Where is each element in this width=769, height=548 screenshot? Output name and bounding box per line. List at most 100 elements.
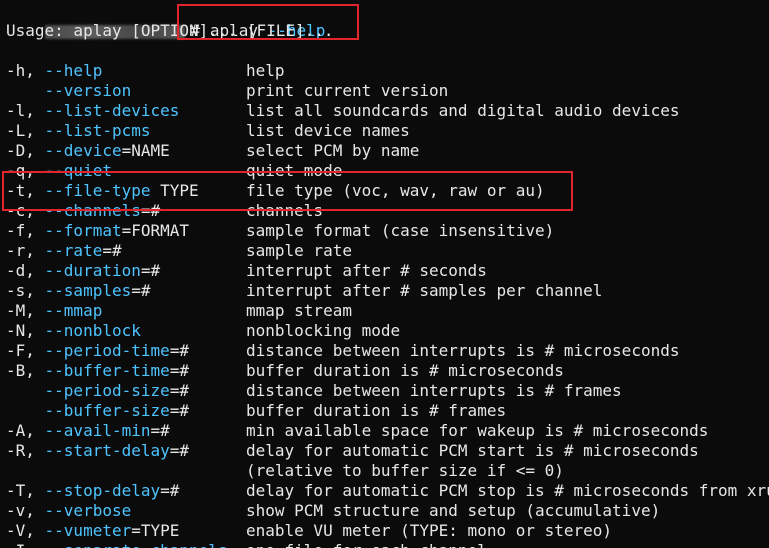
option-description: enable VU meter (TYPE: mono or stereo) — [246, 521, 613, 540]
option-short — [6, 401, 45, 420]
option-long: --device — [44, 141, 122, 160]
option-flags: -h, --help — [6, 61, 102, 81]
option-flags: --buffer-size=# — [6, 401, 190, 421]
option-flags: -M, --mmap — [6, 301, 102, 321]
option-short: -N, — [6, 321, 45, 340]
option-flags: -F, --period-time=# — [6, 341, 189, 361]
option-flags: -T, --stop-delay=# — [6, 481, 179, 501]
option-flags: -q, --quiet — [6, 161, 112, 181]
option-short: -B, — [6, 361, 45, 380]
option-long: --buffer-size — [44, 401, 170, 420]
option-arg: =# — [160, 481, 180, 500]
option-long: --avail-min — [44, 421, 151, 440]
option-description: mmap stream — [246, 301, 352, 320]
option-arg: =TYPE — [131, 521, 180, 540]
option-description: min available space for wakeup is # micr… — [246, 421, 709, 440]
option-description: (relative to buffer size if <= 0) — [246, 461, 564, 480]
option-flags: -L, --list-pcms — [6, 121, 151, 141]
option-long: --version — [44, 81, 132, 100]
option-long: --list-devices — [44, 101, 180, 120]
option-short: -A, — [6, 421, 45, 440]
option-description: list all soundcards and digital audio de… — [246, 101, 680, 120]
option-long: --buffer-time — [44, 361, 170, 380]
option-arg: =# — [169, 381, 190, 400]
option-long: --format — [44, 221, 122, 240]
terminal-window[interactable]: # aplay --help Usage: aplay [OPTION]... … — [0, 0, 769, 548]
option-long: --start-delay — [44, 441, 170, 460]
option-arg: =# — [140, 261, 161, 280]
option-short: -t, — [6, 181, 45, 200]
option-description: sample format (case insensitive) — [246, 221, 555, 240]
option-description: buffer duration is # microseconds — [246, 361, 564, 380]
option-description: quiet mode — [246, 161, 343, 180]
option-short — [6, 381, 45, 400]
option-flags: -f, --format=FORMAT — [6, 221, 189, 241]
option-long: --samples — [44, 281, 132, 300]
option-short: -d, — [6, 261, 45, 280]
option-long: --list-pcms — [44, 121, 151, 140]
option-description: file type (voc, wav, raw or au) — [246, 181, 545, 200]
option-arg: =# — [169, 361, 190, 380]
option-flags: -D, --device=NAME — [6, 141, 170, 161]
option-flags: -A, --avail-min=# — [6, 421, 170, 441]
option-flags: -r, --rate=# — [6, 241, 122, 261]
option-arg: =# — [169, 441, 190, 460]
option-arg: =# — [150, 421, 170, 440]
option-flags: -R, --start-delay=# — [6, 441, 189, 461]
option-description: list device names — [246, 121, 410, 140]
option-long: --quiet — [44, 161, 112, 180]
option-long: --channels — [44, 201, 141, 220]
option-short: -R, — [6, 441, 45, 460]
prompt-line: # aplay --help — [6, 1, 325, 40]
option-short: -T, — [6, 481, 45, 500]
option-flags: -s, --samples=# — [6, 281, 151, 301]
option-description: delay for automatic PCM start is # micro… — [246, 441, 699, 460]
option-flags: --version — [6, 81, 132, 101]
option-description: print current version — [246, 81, 449, 100]
option-long: --verbose — [44, 501, 132, 520]
usage-line: Usage: aplay [OPTION]... [FILE]... — [6, 21, 334, 40]
option-short — [6, 81, 45, 100]
option-long: --nonblock — [44, 321, 141, 340]
option-short: -h, — [6, 61, 45, 80]
option-flags: -t, --file-type TYPE — [6, 181, 199, 201]
option-long: --rate — [44, 241, 103, 260]
option-flags: -I, --separate-channels — [6, 541, 228, 548]
option-arg: =FORMAT — [121, 221, 190, 240]
option-description: select PCM by name — [246, 141, 420, 160]
option-description: distance between interrupts is # microse… — [246, 341, 680, 360]
option-short: -F, — [6, 341, 45, 360]
option-description: help — [246, 61, 285, 80]
option-description: sample rate — [246, 241, 352, 260]
option-arg: =# — [131, 281, 151, 300]
option-short: -l, — [6, 101, 45, 120]
option-arg: =# — [102, 241, 122, 260]
option-short: -r, — [6, 241, 45, 260]
option-flags: -c, --channels=# — [6, 201, 160, 221]
option-long: --vumeter — [44, 521, 132, 540]
option-description: interrupt after # samples per channel — [246, 281, 603, 300]
option-description: interrupt after # seconds — [246, 261, 487, 280]
option-description: channels — [246, 201, 324, 220]
option-flags: -l, --list-devices — [6, 101, 179, 121]
option-long: --help — [44, 61, 103, 80]
option-description: show PCM structure and setup (accumulati… — [246, 501, 661, 520]
option-arg: =NAME — [121, 141, 170, 160]
option-long: --separate-channels — [45, 541, 228, 548]
option-short: -V, — [6, 521, 45, 540]
option-arg: TYPE — [150, 181, 199, 200]
option-short: -f, — [6, 221, 45, 240]
option-long: --mmap — [44, 301, 103, 320]
option-flags: -N, --nonblock — [6, 321, 141, 341]
option-description: delay for automatic PCM stop is # micros… — [246, 481, 769, 500]
option-arg: =# — [169, 401, 190, 420]
option-short: -I, — [6, 541, 45, 548]
option-long: --stop-delay — [44, 481, 161, 500]
option-short: -s, — [6, 281, 45, 300]
option-description: one file for each channel — [246, 541, 487, 548]
option-flags: -V, --vumeter=TYPE — [6, 521, 179, 541]
option-short: -c, — [6, 201, 45, 220]
option-short: -v, — [6, 501, 45, 520]
option-flags: --period-size=# — [6, 381, 190, 401]
option-arg: =# — [169, 341, 190, 360]
